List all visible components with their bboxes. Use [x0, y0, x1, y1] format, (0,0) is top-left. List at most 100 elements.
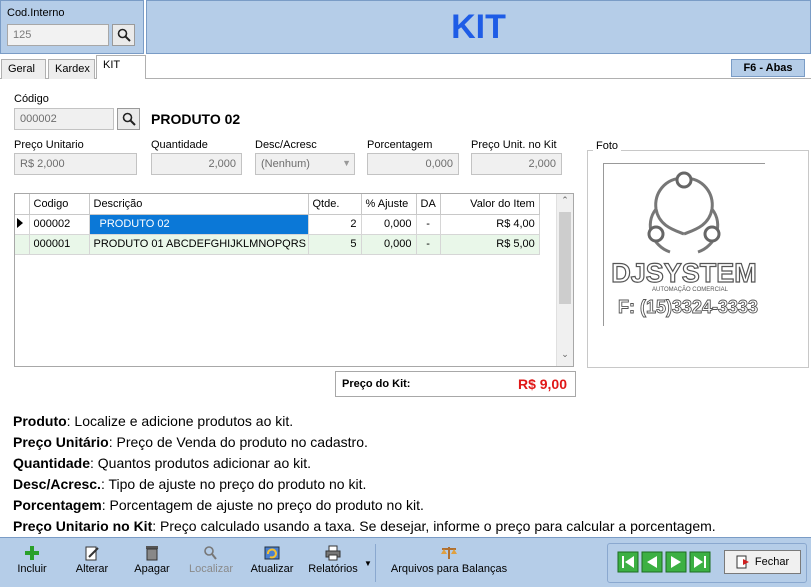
chevron-up-icon[interactable]: ⌃: [557, 195, 573, 211]
exit-icon: [736, 555, 749, 569]
cod-interno-input[interactable]: 125: [7, 24, 109, 46]
current-row-arrow-icon: [17, 217, 23, 228]
tab-kardex[interactable]: Kardex: [48, 59, 95, 79]
column-header-descricao[interactable]: Descrição: [89, 194, 309, 215]
next-record-button[interactable]: [665, 551, 687, 573]
chevron-down-icon: ▼: [342, 158, 351, 168]
first-icon: [617, 551, 639, 573]
kit-price-value: R$ 9,00: [517, 376, 567, 392]
relatorios-dropdown-icon[interactable]: ▼: [364, 559, 372, 568]
cell-descricao-text: PRODUTO 02: [99, 218, 170, 230]
tab-geral[interactable]: Geral: [1, 59, 46, 79]
localizar-button[interactable]: Localizar: [186, 545, 236, 575]
page-title: KIT: [451, 7, 506, 46]
search-icon: [204, 546, 217, 560]
tab-kit[interactable]: KIT: [96, 55, 146, 79]
table-row[interactable]: 000001 PRODUTO 01 ABCDEFGHIJKLMNOPQRS 5 …: [15, 234, 540, 255]
preco-kit-input[interactable]: 2,000: [471, 153, 562, 175]
porcentagem-label: Porcentagem: [367, 139, 433, 151]
preco-kit-label: Preço Unit. no Kit: [471, 139, 557, 151]
page-title-panel: KIT: [146, 0, 811, 54]
grid-vertical-scrollbar[interactable]: ⌃ ⌄: [556, 194, 573, 366]
codigo-search-button[interactable]: [117, 108, 140, 130]
preco-unitario-label: Preço Unitario: [14, 139, 84, 151]
chevron-down-icon[interactable]: ⌄: [557, 349, 573, 365]
refresh-icon: [264, 546, 280, 560]
last-icon: [689, 551, 711, 573]
trash-icon: [146, 546, 158, 561]
quantidade-input[interactable]: 2,000: [151, 153, 242, 175]
desc-acresc-value: (Nenhum): [261, 158, 310, 170]
desc-acresc-label: Desc/Acresc: [255, 139, 317, 151]
kit-price-label: Preço do Kit:: [342, 378, 411, 390]
cell-ajuste[interactable]: 0,000: [361, 234, 417, 255]
porcentagem-input[interactable]: 0,000: [367, 153, 459, 175]
foto-label: Foto: [593, 140, 622, 152]
kit-items-grid[interactable]: Codigo Descrição Qtde. % Ajuste DA Valor…: [14, 193, 574, 367]
edit-icon: [85, 546, 99, 561]
column-header-ajuste[interactable]: % Ajuste: [361, 194, 417, 215]
previous-record-button[interactable]: [641, 551, 663, 573]
desc-acresc-select[interactable]: (Nenhum) ▼: [255, 153, 355, 175]
preco-unitario-input[interactable]: R$ 2,000: [14, 153, 137, 175]
incluir-button[interactable]: Incluir: [12, 545, 52, 575]
cell-ajuste[interactable]: 0,000: [361, 214, 417, 235]
scrollbar-thumb[interactable]: [559, 212, 571, 304]
cell-qtde[interactable]: 5: [308, 234, 362, 255]
help-line-desc-acresc: Desc/Acresc.: Tipo de ajuste no preço do…: [13, 476, 367, 492]
row-indicator: [15, 214, 30, 235]
scale-icon: [441, 547, 457, 559]
column-header-da[interactable]: DA: [416, 194, 441, 215]
alterar-button[interactable]: Alterar: [70, 545, 114, 575]
fechar-button[interactable]: Fechar: [724, 550, 801, 574]
arquivos-balancas-button[interactable]: Arquivos para Balanças: [384, 545, 514, 575]
help-line-produto: Produto: Localize e adicione produtos ao…: [13, 413, 294, 429]
kit-price-box: Preço do Kit: R$ 9,00: [335, 371, 576, 397]
quantidade-label: Quantidade: [151, 139, 208, 151]
cell-da[interactable]: -: [416, 234, 441, 255]
kit-items-table: Codigo Descrição Qtde. % Ajuste DA Valor…: [15, 194, 540, 255]
cod-interno-panel: Cod.Interno 125: [0, 0, 144, 54]
codigo-input[interactable]: 000002: [14, 108, 114, 130]
last-record-button[interactable]: [689, 551, 711, 573]
product-photo[interactable]: DJSYSTEM AUTOMAÇÃO COMERCIAL F: (15)3324…: [603, 163, 765, 326]
cell-valor[interactable]: R$ 4,00: [440, 214, 540, 235]
svg-text:AUTOMAÇÃO COMERCIAL: AUTOMAÇÃO COMERCIAL: [652, 286, 729, 293]
apagar-button[interactable]: Apagar: [130, 545, 174, 575]
column-header-qtde[interactable]: Qtde.: [308, 194, 362, 215]
cod-interno-search-button[interactable]: [112, 24, 135, 46]
search-icon: [122, 112, 136, 126]
svg-text:DJSYSTEM: DJSYSTEM: [611, 258, 757, 288]
column-header-codigo[interactable]: Codigo: [29, 194, 90, 215]
table-row[interactable]: 000002 PRODUTO 02 2 0,000 - R$ 4,00: [15, 214, 540, 235]
djsystem-logo: DJSYSTEM AUTOMAÇÃO COMERCIAL F: (15)3324…: [611, 171, 758, 317]
row-indicator: [15, 234, 30, 255]
column-header-valor[interactable]: Valor do Item: [440, 194, 540, 215]
previous-icon: [641, 551, 663, 573]
cell-qtde[interactable]: 2: [308, 214, 362, 235]
f6-abas-label: F6 - Abas: [731, 59, 805, 77]
first-record-button[interactable]: [617, 551, 639, 573]
atualizar-button[interactable]: Atualizar: [246, 545, 298, 575]
cell-codigo[interactable]: 000001: [29, 234, 90, 255]
indicator-header: [15, 194, 30, 215]
next-icon: [665, 551, 687, 573]
codigo-label: Código: [14, 93, 49, 105]
help-line-porcentagem: Porcentagem: Porcentagem de ajuste no pr…: [13, 497, 424, 513]
fechar-label: Fechar: [754, 556, 790, 568]
cell-codigo[interactable]: 000002: [29, 214, 90, 235]
cell-descricao[interactable]: PRODUTO 02: [89, 214, 309, 235]
help-line-quantidade: Quantidade: Quantos produtos adicionar a…: [13, 455, 312, 471]
toolbar-separator: [375, 544, 376, 582]
printer-icon: [325, 545, 341, 561]
svg-text:F: (15)3324-3333: F: (15)3324-3333: [618, 297, 758, 317]
relatorios-button[interactable]: Relatórios: [303, 545, 363, 575]
search-icon: [117, 28, 131, 42]
table-header-row: Codigo Descrição Qtde. % Ajuste DA Valor…: [15, 194, 540, 215]
cell-descricao[interactable]: PRODUTO 01 ABCDEFGHIJKLMNOPQRS: [89, 234, 309, 255]
cell-valor[interactable]: R$ 5,00: [440, 234, 540, 255]
cell-da[interactable]: -: [416, 214, 441, 235]
cod-interno-label: Cod.Interno: [7, 7, 65, 19]
help-line-preco-kit: Preço Unitario no Kit: Preço calculado u…: [13, 518, 716, 534]
help-line-preco-unitario: Preço Unitário: Preço de Venda do produt…: [13, 434, 368, 450]
